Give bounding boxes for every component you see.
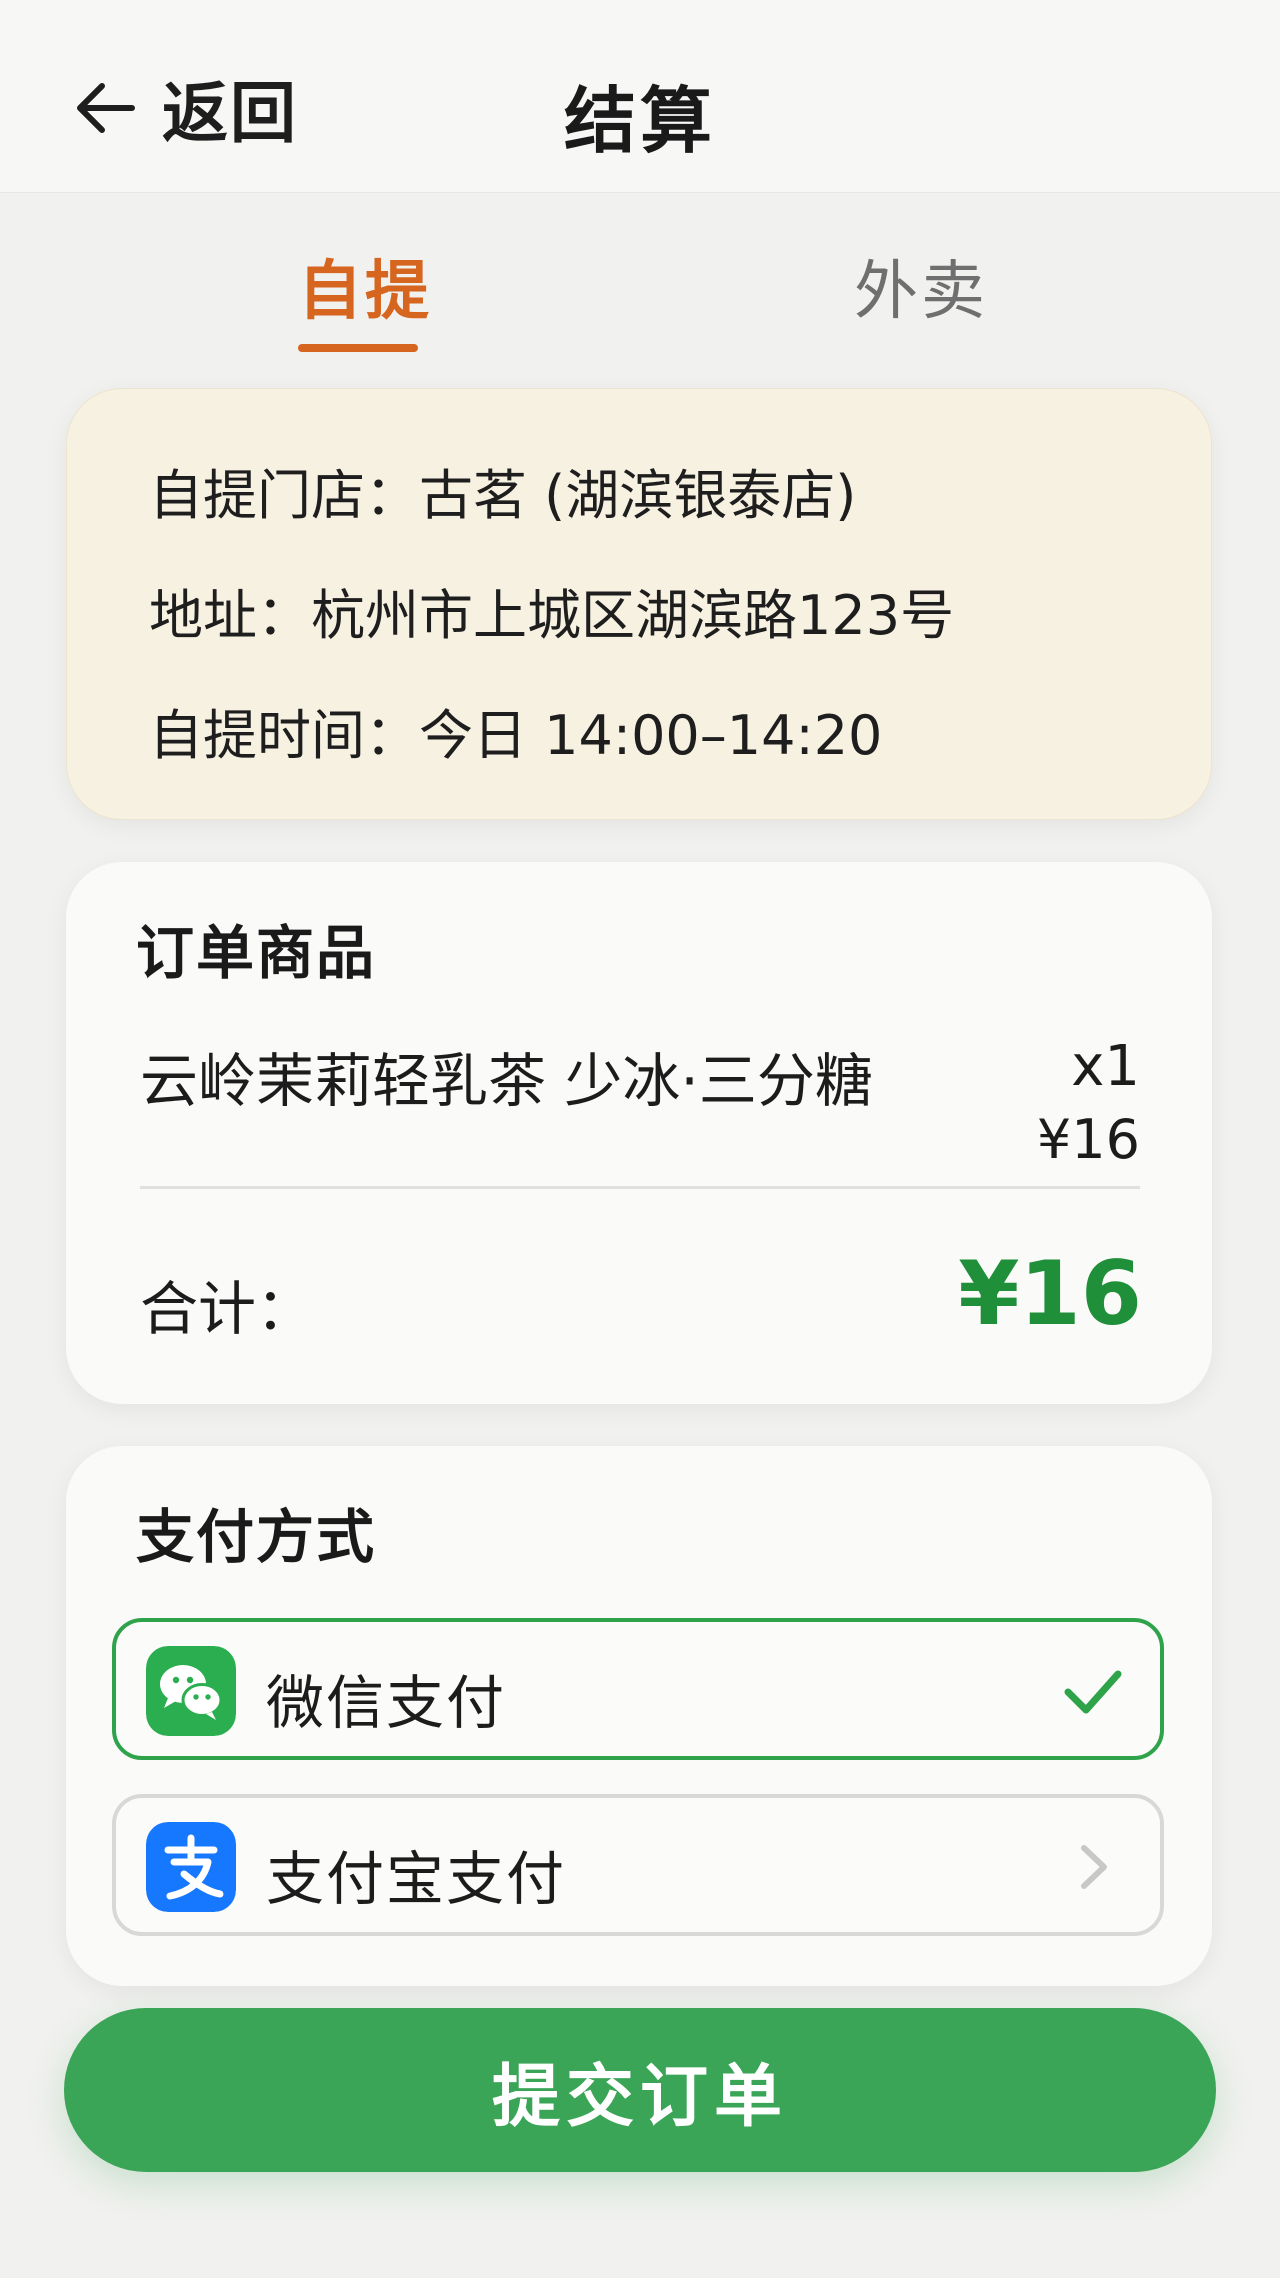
order-item-quantity: x1 bbox=[1071, 1034, 1140, 1099]
pickup-store: 自提门店：古茗 (湖滨银泰店) bbox=[149, 464, 857, 527]
order-item-name: 云岭茉莉轻乳茶 少冰·三分糖 bbox=[140, 1047, 873, 1115]
divider bbox=[140, 1186, 1140, 1189]
wechat-pay-icon bbox=[146, 1646, 236, 1736]
total-amount: ¥16 bbox=[958, 1242, 1142, 1345]
checkmark-icon bbox=[1056, 1654, 1130, 1728]
page-title: 结算 bbox=[563, 79, 716, 163]
pickup-info-card: 自提门店：古茗 (湖滨银泰店) 地址：杭州市上城区湖滨路123号 自提时间：今日… bbox=[66, 388, 1212, 820]
pickup-time: 自提时间：今日 14:00–14:20 bbox=[149, 704, 883, 767]
pickup-address: 地址：杭州市上城区湖滨路123号 bbox=[149, 584, 955, 647]
payment-section-title: 支付方式 bbox=[136, 1503, 377, 1571]
payment-method-card: 支付方式 微信支付 支付宝支付 bbox=[66, 1446, 1212, 1986]
payment-option-wechat[interactable]: 微信支付 bbox=[112, 1618, 1164, 1760]
total-label: 合计： bbox=[140, 1275, 315, 1343]
order-items-card: 订单商品 云岭茉莉轻乳茶 少冰·三分糖 x1 ¥16 合计： ¥16 bbox=[66, 862, 1212, 1404]
submit-order-button[interactable]: 提交订单 bbox=[64, 2008, 1216, 2172]
order-item-price: ¥16 bbox=[1036, 1108, 1140, 1171]
chevron-right-icon bbox=[1068, 1838, 1118, 1896]
payment-option-alipay[interactable]: 支付宝支付 bbox=[112, 1794, 1164, 1936]
tab-pickup[interactable]: 自提 bbox=[298, 240, 432, 332]
payment-option-label: 微信支付 bbox=[266, 1669, 507, 1737]
order-section-title: 订单商品 bbox=[136, 919, 377, 987]
active-tab-indicator bbox=[298, 344, 418, 352]
top-bar: 返回 结算 bbox=[0, 0, 1280, 193]
tab-delivery[interactable]: 外卖 bbox=[854, 240, 988, 332]
alipay-icon bbox=[146, 1822, 236, 1912]
payment-option-label: 支付宝支付 bbox=[266, 1845, 567, 1913]
